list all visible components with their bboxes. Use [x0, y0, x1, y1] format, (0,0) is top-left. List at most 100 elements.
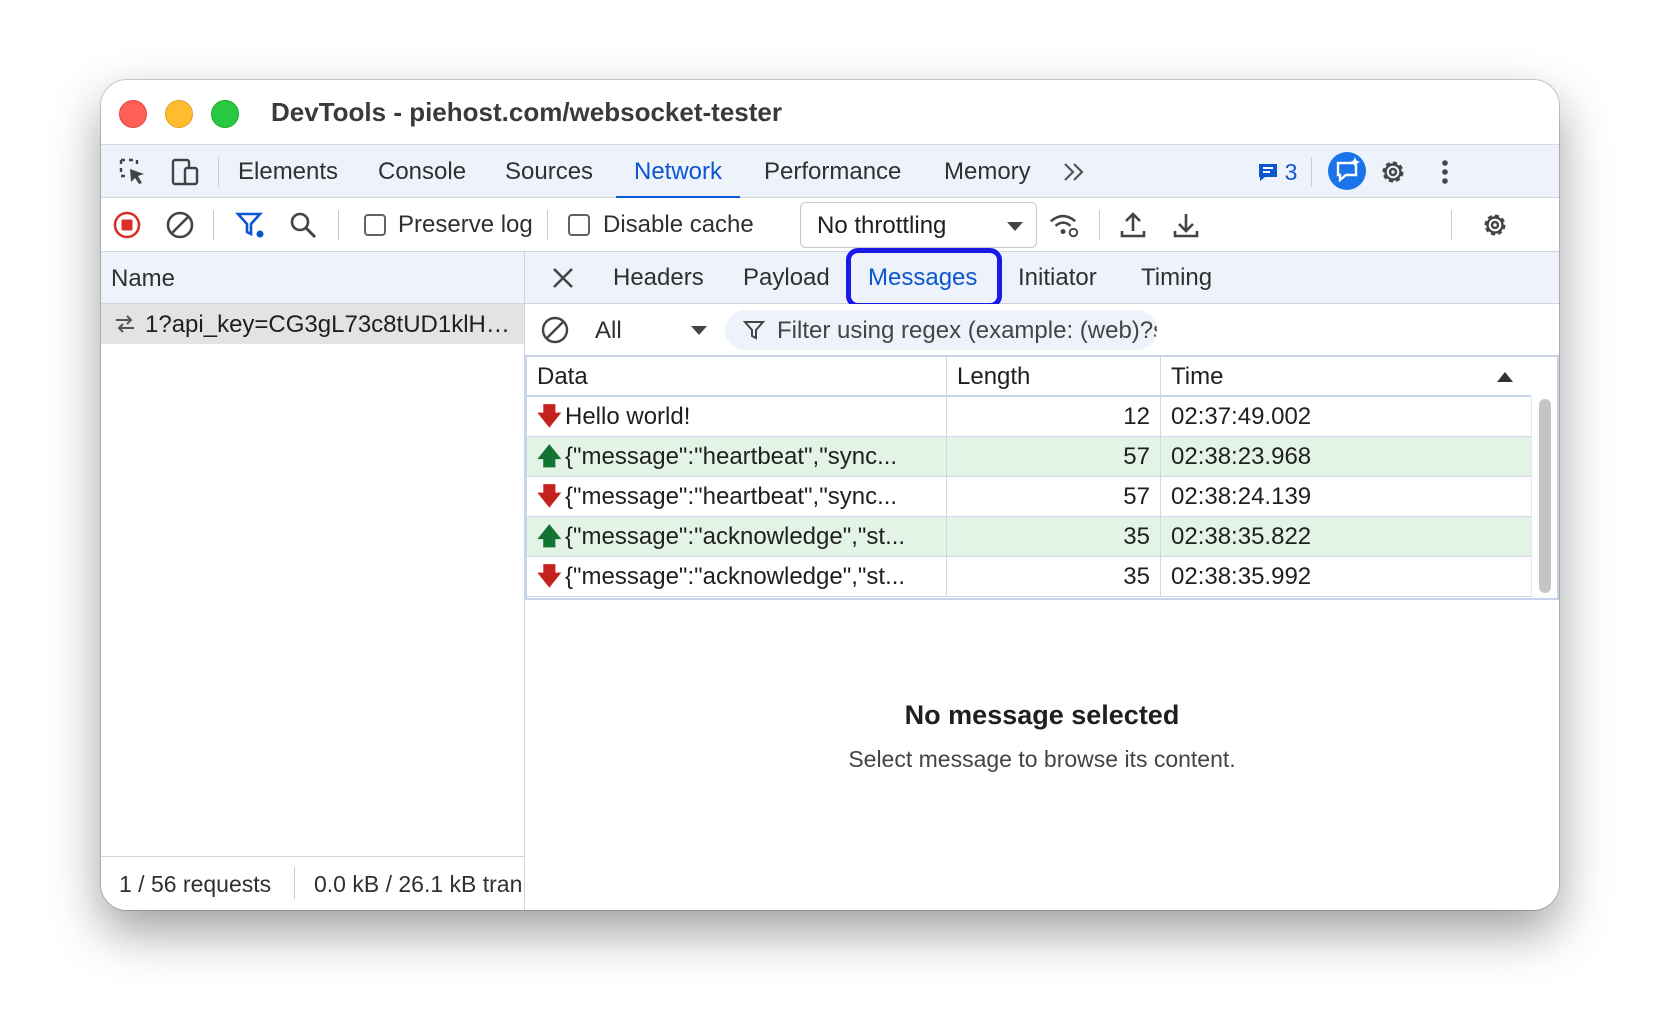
- close-window-button[interactable]: [119, 100, 147, 128]
- column-header-data[interactable]: Data: [527, 357, 947, 397]
- main-tab-bar: Elements Console Sources Network Perform…: [101, 144, 1559, 200]
- tab-headers[interactable]: Headers: [613, 252, 704, 304]
- disable-cache-label: Disable cache: [603, 211, 754, 238]
- messages-table: Data Length Time 🡇 Hello world! 12 02:37:…: [525, 356, 1559, 600]
- toolbar-separator: [1099, 210, 1100, 240]
- detail-tab-bar: Headers Payload Messages Initiator Timin…: [525, 248, 1559, 308]
- title-bar: DevTools - piehost.com/websocket-tester: [101, 80, 1559, 144]
- close-detail-icon[interactable]: [547, 263, 579, 293]
- tab-payload[interactable]: Payload: [743, 252, 830, 304]
- inspect-element-icon[interactable]: [117, 157, 149, 187]
- column-header-time[interactable]: Time: [1161, 357, 1531, 397]
- message-length: 57: [947, 477, 1161, 517]
- websocket-arrows-icon: [116, 315, 134, 333]
- more-tabs-chevron-icon[interactable]: [1058, 157, 1090, 187]
- toolbar-separator: [1451, 210, 1452, 240]
- table-row[interactable]: 🡅 {"message":"heartbeat","sync... 57 02:3…: [527, 437, 1531, 477]
- empty-state-subtitle: Select message to browse its content.: [848, 746, 1236, 772]
- chevron-down-icon[interactable]: [691, 326, 707, 335]
- regex-filter-input[interactable]: Filter using regex (example: (web)?socke…: [725, 310, 1157, 350]
- network-toolbar: Preserve log Disable cache No throttling: [101, 198, 1559, 252]
- request-row[interactable]: 1?api_key=CG3gL73c8tUD1klHM...: [101, 304, 524, 344]
- message-length: 57: [947, 437, 1161, 477]
- filter-funnel-icon[interactable]: [234, 210, 266, 240]
- maximize-window-button[interactable]: [211, 100, 239, 128]
- message-length: 35: [947, 517, 1161, 557]
- network-conditions-wifi-icon[interactable]: [1048, 210, 1080, 240]
- message-time: 02:38:24.139: [1171, 483, 1312, 510]
- status-separator: [294, 867, 295, 899]
- preserve-log-label: Preserve log: [398, 211, 533, 238]
- preserve-log-checkbox[interactable]: [364, 214, 386, 236]
- issues-count: 3: [1284, 158, 1298, 185]
- tab-timing[interactable]: Timing: [1141, 252, 1212, 304]
- received-arrow-icon: 🡇: [537, 483, 562, 510]
- throttling-value: No throttling: [817, 212, 947, 239]
- export-har-download-icon[interactable]: [1170, 210, 1202, 240]
- toolbar-separator: [213, 210, 214, 240]
- sent-arrow-icon: 🡅: [537, 523, 562, 550]
- messages-filter-bar: All Filter using regex (example: (web)?s…: [525, 304, 1559, 356]
- tab-memory[interactable]: Memory: [944, 145, 1031, 199]
- disable-cache-checkbox[interactable]: [568, 214, 590, 236]
- message-time: 02:38:35.992: [1171, 563, 1312, 590]
- filter-funnel-icon: [743, 321, 765, 340]
- window-title: DevTools - piehost.com/websocket-tester: [271, 97, 782, 127]
- regex-filter-placeholder: Filter using regex (example: (web)?socke…: [777, 317, 1157, 344]
- toolbar-separator: [547, 210, 548, 240]
- tab-separator: [1311, 157, 1312, 187]
- device-toolbar-icon[interactable]: [167, 157, 199, 187]
- clear-messages-icon[interactable]: [539, 315, 571, 345]
- minimize-window-button[interactable]: [165, 100, 193, 128]
- more-options-kebab-icon[interactable]: [1429, 157, 1461, 187]
- column-header-length[interactable]: Length: [947, 357, 1161, 397]
- request-count: 1 / 56 requests: [119, 871, 272, 897]
- table-row[interactable]: 🡇 {"message":"heartbeat","sync... 57 02:3…: [527, 477, 1531, 517]
- sort-ascending-icon[interactable]: [1497, 372, 1513, 382]
- issues-counter[interactable]: 3: [1247, 157, 1307, 187]
- empty-state-title: No message selected: [904, 700, 1180, 730]
- message-type-filter[interactable]: All: [595, 317, 622, 345]
- tab-elements[interactable]: Elements: [238, 145, 338, 199]
- message-length: 12: [947, 397, 1161, 437]
- sent-arrow-icon: 🡅: [537, 443, 562, 470]
- scrollbar-thumb[interactable]: [1539, 399, 1551, 593]
- message-length: 35: [947, 557, 1161, 597]
- tab-network[interactable]: Network: [615, 145, 741, 200]
- tab-initiator[interactable]: Initiator: [1018, 252, 1097, 304]
- table-row[interactable]: 🡅 {"message":"acknowledge","st... 35 02:3…: [527, 517, 1531, 557]
- request-name: 1?api_key=CG3gL73c8tUD1klHM...: [145, 311, 519, 338]
- throttling-select[interactable]: No throttling: [800, 202, 1037, 248]
- network-status-bar: 1 / 56 requests 0.0 kB / 26.1 kB tran: [101, 856, 524, 910]
- message-time: 02:37:49.002: [1171, 403, 1312, 430]
- network-settings-gear-icon[interactable]: [1479, 210, 1511, 240]
- table-row[interactable]: 🡇 {"message":"acknowledge","st... 35 02:3…: [527, 557, 1531, 597]
- clear-block-icon[interactable]: [164, 210, 196, 240]
- request-detail-pane: Headers Payload Messages Initiator Timin…: [525, 248, 1559, 910]
- table-header-row: Data Length Time: [527, 357, 1531, 397]
- settings-gear-icon[interactable]: [1377, 157, 1409, 187]
- transfer-size: 0.0 kB / 26.1 kB tran: [314, 871, 523, 897]
- messages-tab-highlight: [846, 248, 1002, 308]
- tab-console[interactable]: Console: [378, 145, 466, 199]
- stop-recording-icon[interactable]: [111, 210, 143, 240]
- message-data: Hello world!: [565, 403, 691, 430]
- tab-sources[interactable]: Sources: [505, 145, 593, 199]
- received-arrow-icon: 🡇: [537, 403, 562, 430]
- message-data: {"message":"heartbeat","sync...: [565, 483, 898, 510]
- tab-separator: [218, 157, 219, 187]
- message-data: {"message":"acknowledge","st...: [565, 563, 906, 590]
- tab-performance[interactable]: Performance: [764, 145, 901, 199]
- ai-assistance-icon[interactable]: [1327, 151, 1367, 191]
- name-column-label: Name: [111, 265, 176, 292]
- devtools-window: DevTools - piehost.com/websocket-tester …: [101, 80, 1559, 910]
- table-row[interactable]: 🡇 Hello world! 12 02:37:49.002: [527, 397, 1531, 437]
- name-column-header[interactable]: Name: [101, 252, 524, 304]
- messages-scrollbar[interactable]: [1531, 397, 1557, 597]
- search-icon[interactable]: [287, 210, 319, 240]
- message-time: 02:38:23.968: [1171, 443, 1312, 470]
- import-har-upload-icon[interactable]: [1117, 210, 1149, 240]
- chevron-down-icon: [1007, 222, 1023, 231]
- message-time: 02:38:35.822: [1171, 523, 1312, 550]
- received-arrow-icon: 🡇: [537, 563, 562, 590]
